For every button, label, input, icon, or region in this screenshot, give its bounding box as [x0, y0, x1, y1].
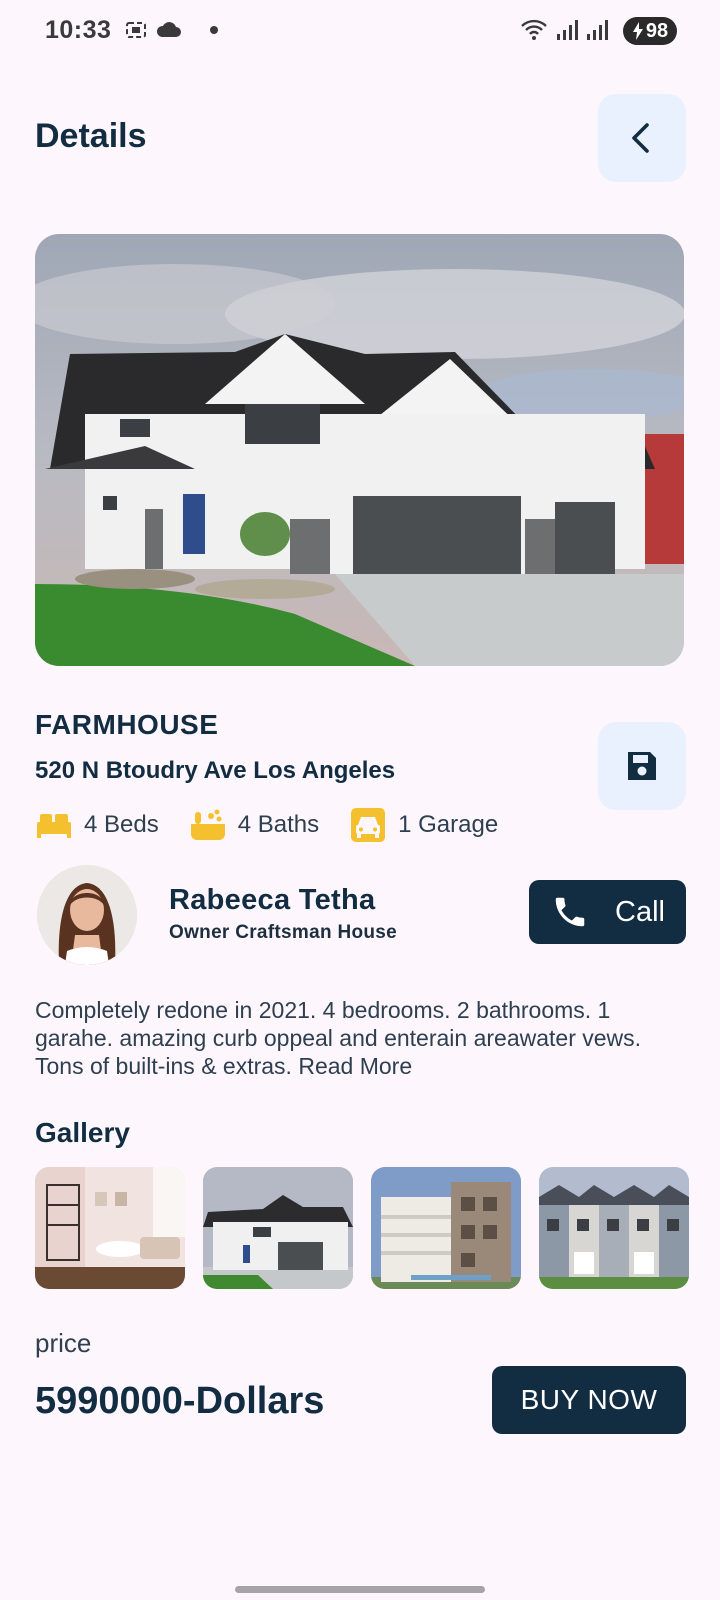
back-button[interactable]: [598, 94, 686, 182]
price-value: 5990000-Dollars: [35, 1380, 325, 1422]
status-bar: 10:33 98: [0, 0, 720, 64]
battery-level: 98: [645, 19, 669, 42]
feature-baths: 4 Baths: [189, 806, 319, 844]
price-label: price: [35, 1328, 92, 1358]
owner-role: Owner Craftsman House: [169, 922, 398, 943]
property-name: FARMHOUSE: [35, 709, 219, 740]
save-icon: [628, 752, 656, 780]
property-features: 4 Beds 4 Baths 1 Garage: [35, 806, 528, 844]
wifi-icon: [521, 19, 547, 40]
status-right-icons: [520, 18, 608, 42]
phone-icon: [555, 897, 585, 927]
property-hero-image: [35, 234, 684, 666]
chevron-left-icon: [632, 123, 649, 153]
status-time: 10:33: [45, 16, 112, 44]
owner-name: Rabeeca Tetha: [169, 884, 376, 916]
page-title: Details: [35, 117, 147, 155]
screenshot-icon: [126, 22, 146, 38]
car-icon: [349, 806, 387, 844]
feature-garage: 1 Garage: [349, 806, 498, 844]
call-button-label: Call: [615, 895, 665, 928]
property-address: 520 N Btoudry Ave Los Angeles: [35, 757, 396, 784]
bed-icon: [35, 806, 73, 844]
battery-indicator: 98: [623, 17, 677, 45]
bath-icon: [189, 806, 227, 844]
call-button[interactable]: Call: [529, 880, 686, 944]
cloud-icon: [156, 22, 181, 37]
feature-beds-label: 4 Beds: [84, 811, 159, 838]
status-left-icons: [124, 18, 220, 42]
owner-avatar: [37, 865, 137, 965]
gallery-thumbnail-townhouses[interactable]: [539, 1167, 689, 1289]
battery-charging-icon: [632, 22, 643, 40]
property-description: Completely redone in 2021. 4 bedrooms. 2…: [35, 997, 642, 1079]
feature-beds: 4 Beds: [35, 806, 159, 844]
feature-garage-label: 1 Garage: [398, 811, 499, 838]
home-indicator[interactable]: [235, 1586, 485, 1593]
gallery: [35, 1167, 689, 1289]
signal-icon: [557, 20, 578, 40]
gallery-thumbnail-farmhouse[interactable]: [203, 1167, 353, 1289]
gallery-thumbnail-apartment[interactable]: [371, 1167, 521, 1289]
signal-icon: [587, 20, 608, 40]
buy-now-button[interactable]: BUY NOW: [492, 1366, 686, 1434]
dot-icon: [210, 26, 218, 34]
save-button[interactable]: [598, 722, 686, 810]
gallery-title: Gallery: [35, 1117, 130, 1148]
feature-baths-label: 4 Baths: [237, 811, 320, 838]
gallery-thumbnail-interior[interactable]: [35, 1167, 185, 1289]
